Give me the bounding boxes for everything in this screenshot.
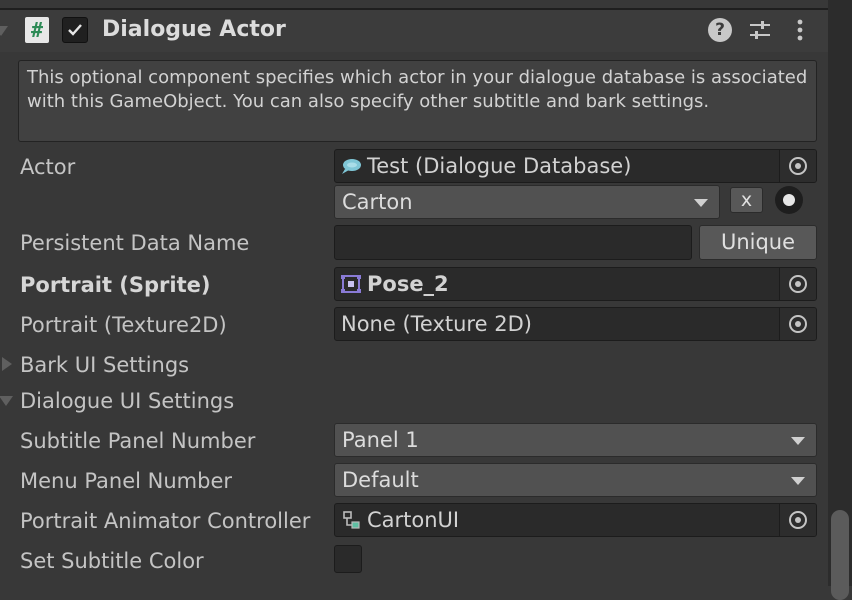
portrait-texture-object-picker[interactable]	[779, 308, 816, 340]
actor-select-radio[interactable]	[775, 186, 803, 214]
animator-controller-icon	[343, 511, 360, 529]
subtitle-panel-number-dropdown[interactable]: Panel 1	[334, 423, 817, 457]
set-subtitle-color-checkbox[interactable]	[334, 545, 362, 573]
dialogue-ui-settings-foldout[interactable]: Dialogue UI Settings	[20, 387, 234, 415]
object-picker-icon	[789, 275, 807, 293]
persistent-data-name-input[interactable]	[334, 225, 692, 260]
object-picker-icon	[789, 157, 807, 175]
checkmark-icon	[68, 24, 82, 36]
actor-clear-button[interactable]: x	[730, 187, 763, 213]
actor-database-field[interactable]: Test (Dialogue Database)	[334, 149, 817, 183]
settings-sliders-icon[interactable]	[748, 18, 772, 42]
bark-ui-settings-foldout[interactable]: Bark UI Settings	[20, 351, 189, 379]
help-icon[interactable]: ?	[708, 18, 732, 42]
chevron-down-icon	[694, 199, 708, 207]
portrait-animator-controller-label: Portrait Animator Controller	[20, 509, 311, 533]
chevron-down-icon[interactable]	[0, 396, 13, 406]
actor-label: Actor	[20, 155, 76, 179]
portrait-texture-field[interactable]: None (Texture 2D)	[334, 307, 817, 341]
chevron-right-icon[interactable]	[2, 357, 12, 371]
component-title: Dialogue Actor	[102, 17, 286, 42]
kebab-menu-icon[interactable]	[788, 18, 812, 42]
chevron-down-icon	[791, 477, 805, 485]
unique-button[interactable]: Unique	[699, 225, 817, 260]
actor-object-picker[interactable]	[779, 150, 816, 182]
object-picker-icon	[789, 511, 807, 529]
chevron-down-icon	[791, 437, 805, 445]
script-icon: #	[25, 17, 49, 43]
actor-dropdown[interactable]: Carton	[334, 185, 720, 219]
menu-panel-number-label: Menu Panel Number	[20, 469, 233, 493]
portrait-texture-label: Portrait (Texture2D)	[20, 313, 227, 337]
portrait-animator-object-picker[interactable]	[779, 504, 816, 536]
portrait-sprite-object-picker[interactable]	[779, 268, 816, 300]
portrait-animator-controller-field[interactable]: CartonUI	[334, 503, 817, 537]
component-enabled-checkbox[interactable]	[62, 17, 88, 43]
persistent-data-name-label: Persistent Data Name	[20, 231, 250, 255]
chevron-down-icon[interactable]	[0, 26, 8, 36]
scrollbar-track[interactable]	[828, 0, 852, 586]
object-picker-icon	[789, 315, 807, 333]
subtitle-panel-number-label: Subtitle Panel Number	[20, 429, 256, 453]
sprite-icon	[341, 275, 361, 293]
scrollbar-thumb[interactable]	[831, 510, 849, 600]
portrait-sprite-label: Portrait (Sprite)	[20, 273, 211, 297]
set-subtitle-color-label: Set Subtitle Color	[20, 549, 204, 573]
menu-panel-number-dropdown[interactable]: Default	[334, 463, 817, 497]
component-description: This optional component specifies which …	[18, 60, 817, 142]
speech-bubble-icon	[342, 159, 361, 174]
portrait-sprite-field[interactable]: Pose_2	[334, 267, 817, 301]
